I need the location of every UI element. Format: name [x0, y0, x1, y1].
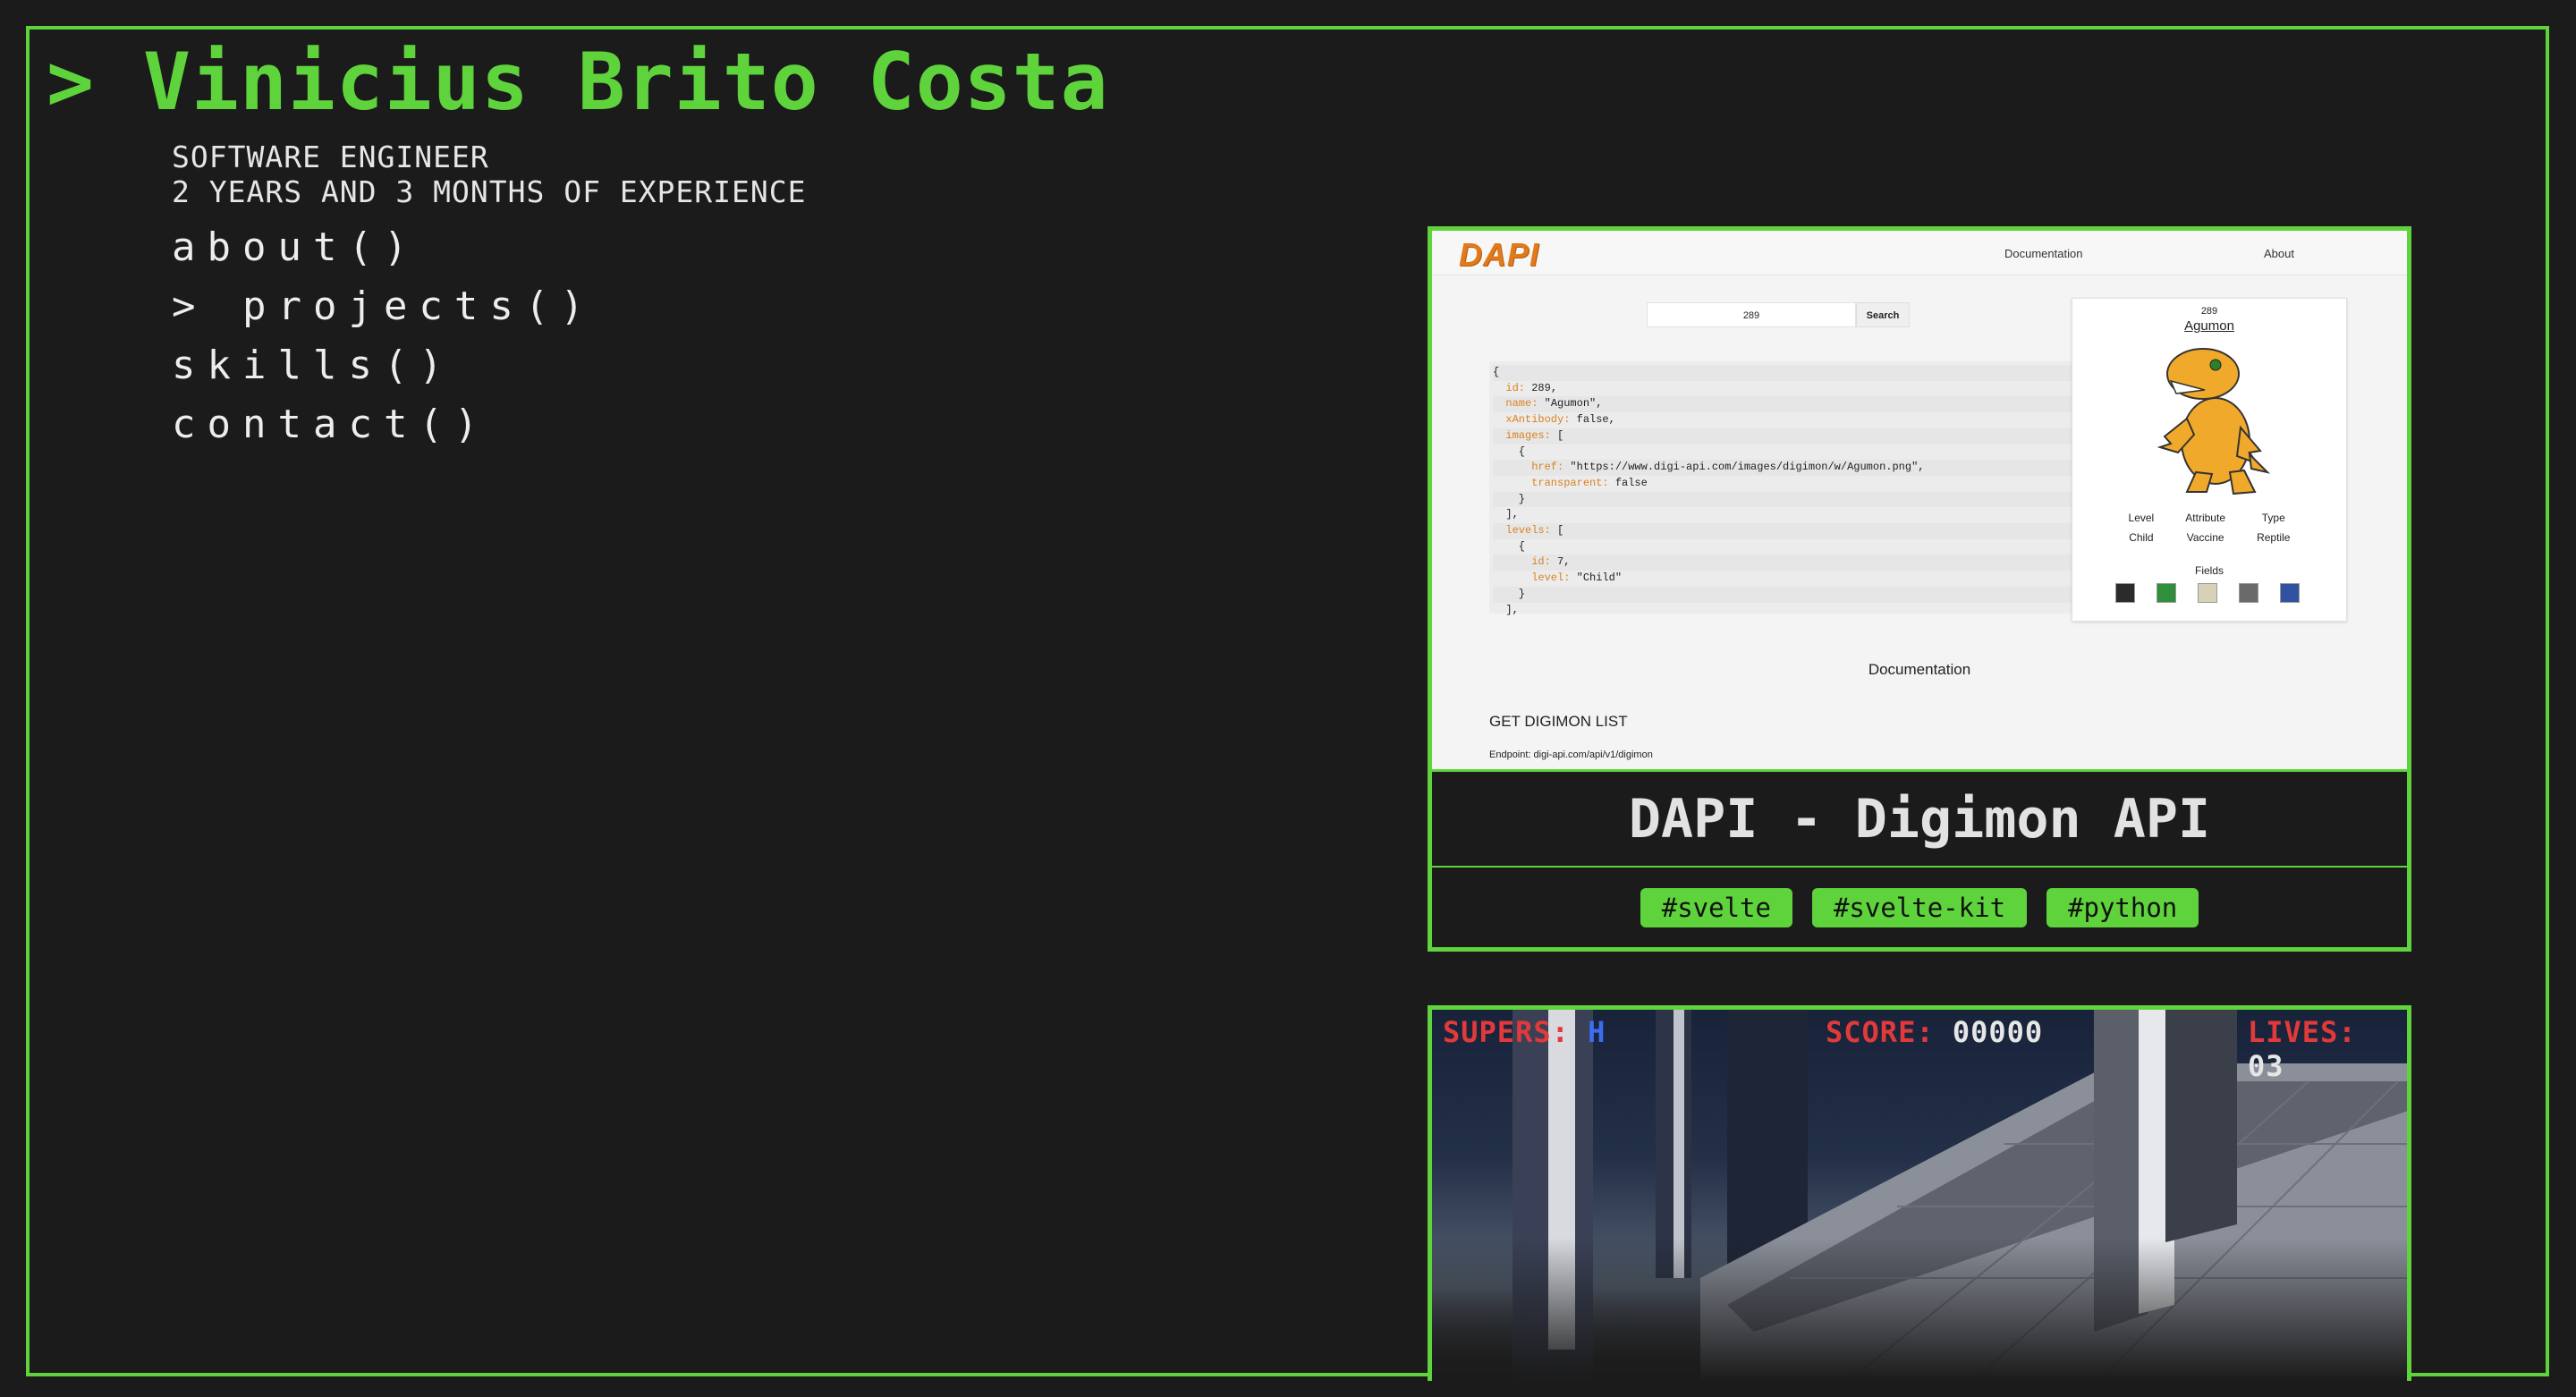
- digimon-type-header: Type: [2261, 512, 2285, 524]
- digimon-attribute-value: Vaccine: [2186, 531, 2224, 544]
- digimon-type-value: Reptile: [2257, 531, 2291, 544]
- hud-supers: SUPERS: H: [1443, 1015, 1606, 1049]
- nav-about[interactable]: about(): [172, 218, 596, 277]
- screenshot-search-input: 289: [1647, 302, 1856, 327]
- json-line: level: "Child": [1493, 572, 1623, 585]
- json-line: {: [1493, 444, 1526, 458]
- json-line: }: [1493, 491, 2124, 508]
- field-icon: [2198, 583, 2217, 603]
- json-line: transparent: false: [1493, 476, 1648, 489]
- hud-supers-value: H: [1588, 1015, 1606, 1049]
- tag-svelte[interactable]: #svelte: [1640, 887, 1792, 927]
- role-text: SOFTWARE ENGINEER: [172, 140, 489, 174]
- page-title: Vinicius Brito Costa: [143, 36, 1109, 128]
- screenshot-endpoint: Endpoint: digi-api.com/api/v1/digimon: [1489, 749, 1653, 760]
- screenshot-link-about: About: [2264, 247, 2294, 260]
- hud-score: SCORE: 00000: [1826, 1015, 2043, 1049]
- json-line: }: [1493, 586, 2124, 603]
- nav-projects[interactable]: > projects(): [172, 277, 596, 336]
- project-card-game[interactable]: SUPERS: H SCORE: 00000 LIVES: 03: [1428, 1005, 2411, 1381]
- agumon-image: [2157, 348, 2271, 495]
- tag-svelte-kit[interactable]: #svelte-kit: [1811, 887, 2028, 927]
- hud-supers-label: SUPERS:: [1443, 1015, 1570, 1049]
- screenshot-link-documentation: Documentation: [2004, 247, 2083, 260]
- json-line: ],: [1493, 508, 1519, 521]
- json-line: images: [: [1493, 428, 2124, 444]
- digimon-name: Agumon: [2184, 318, 2234, 334]
- hud-lives-label: LIVES:: [2248, 1015, 2357, 1049]
- project-screenshot: DAPI Documentation About 289 Search { id…: [1432, 231, 2407, 769]
- json-line: id: 7,: [1493, 555, 2124, 572]
- json-line: name: "Agumon",: [1493, 396, 2124, 413]
- nav-skills[interactable]: skills(): [172, 336, 596, 395]
- field-icon: [2280, 583, 2300, 603]
- json-line: ],: [1493, 603, 1519, 616]
- digimon-card: 289 Agumon Level Child Attribute Vaccine…: [2072, 298, 2347, 622]
- tag-python[interactable]: #python: [2046, 887, 2199, 927]
- screenshot-section-title: GET DIGIMON LIST: [1489, 713, 1628, 730]
- digimon-id: 289: [2200, 306, 2218, 317]
- nav-contact[interactable]: contact(): [172, 395, 596, 454]
- json-line: {: [1493, 365, 2124, 381]
- experience-text: 2 YEARS AND 3 MONTHS OF EXPERIENCE: [172, 174, 807, 209]
- digimon-fields-label: Fields: [2194, 564, 2224, 577]
- json-line: xAntibody: false,: [1493, 413, 1615, 427]
- project-tags: #svelte #svelte-kit #python: [1432, 868, 2407, 947]
- digimon-attribute-header: Attribute: [2185, 512, 2225, 524]
- digimon-fields: [2115, 583, 2300, 603]
- json-line: id: 289,: [1493, 381, 1558, 394]
- screenshot-topbar: DAPI Documentation About: [1432, 231, 2407, 275]
- main-nav: about() > projects() skills() contact(): [172, 218, 596, 454]
- json-line: href: "https://www.digi-api.com/images/d…: [1493, 460, 2124, 476]
- game-screenshot: SUPERS: H SCORE: 00000 LIVES: 03: [1432, 1010, 2407, 1381]
- hud-lives-value: 03: [2248, 1049, 2284, 1083]
- project-card-dapi[interactable]: DAPI Documentation About 289 Search { id…: [1428, 226, 2411, 952]
- hud-score-label: SCORE:: [1826, 1015, 1935, 1049]
- json-line: levels: [: [1493, 523, 2124, 539]
- header: > Vinicius Brito Costa: [47, 36, 1109, 128]
- digimon-attributes: Level Child Attribute Vaccine Type Repti…: [2072, 508, 2346, 547]
- json-line: {: [1493, 539, 1526, 553]
- field-icon: [2239, 583, 2258, 603]
- field-icon: [2115, 583, 2135, 603]
- digimon-level-value: Child: [2129, 531, 2154, 544]
- screenshot-search-button: Search: [1856, 302, 1910, 327]
- hud-score-value: 00000: [1952, 1015, 2044, 1049]
- hud-lives: LIVES: 03: [2248, 1015, 2407, 1083]
- dapi-logo: DAPI: [1459, 236, 1540, 273]
- fade-overlay: [1432, 1238, 2407, 1381]
- field-icon: [2157, 583, 2176, 603]
- project-title: DAPI - Digimon API: [1432, 769, 2407, 868]
- prompt-symbol: >: [47, 36, 94, 128]
- screenshot-doc-heading: Documentation: [1868, 661, 1971, 678]
- screenshot-json-output: { id: 289, name: "Agumon", xAntibody: fa…: [1489, 361, 2124, 616]
- digimon-level-header: Level: [2128, 512, 2155, 524]
